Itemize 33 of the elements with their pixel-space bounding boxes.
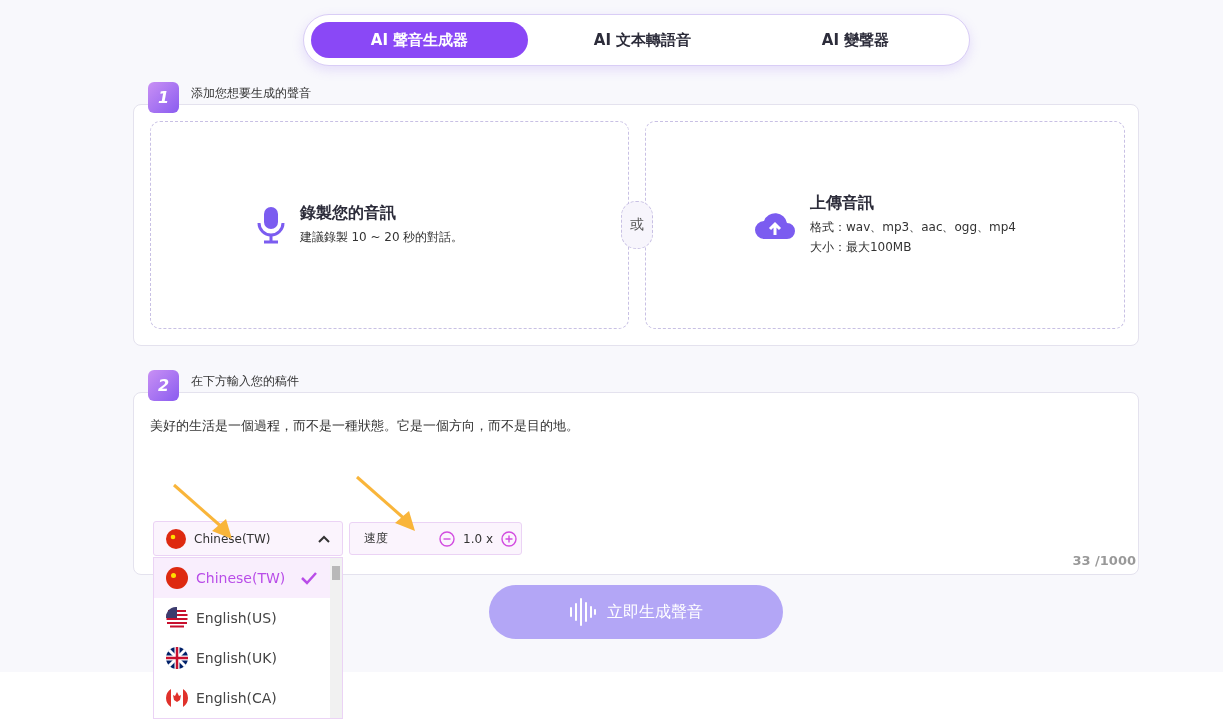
upload-size: 大小：最大100MB (809, 239, 913, 256)
waveform-icon (569, 597, 597, 627)
tab[interactable]: AI 變聲器 (749, 22, 962, 58)
upload-area[interactable]: 上傳音訊 格式：wav、mp3、aac、ogg、mp4 大小：最大100MB (645, 121, 1125, 329)
record-title: 錄製您的音訊 (299, 203, 397, 224)
step-number: 2 (148, 369, 179, 401)
check-icon (300, 571, 318, 585)
microphone-icon (255, 205, 286, 245)
flag-icon (166, 647, 188, 669)
language-option[interactable]: English(CA) (154, 678, 328, 718)
flag-icon (166, 567, 188, 589)
tab[interactable]: AI 聲音生成器 (311, 22, 528, 58)
language-option[interactable]: English(US) (154, 598, 328, 638)
upload-formats: 格式：wav、mp3、aac、ogg、mp4 (809, 219, 1016, 236)
caret-icon (318, 534, 330, 543)
flag-icon (166, 687, 188, 709)
upload-title: 上傳音訊 (809, 193, 875, 214)
step-title: 在下方輸入您的稿件 (191, 372, 299, 390)
record-hint: 建議錄製 10 ~ 20 秒的對話。 (299, 229, 464, 246)
character-counter: 33 /1000 (1072, 553, 1136, 568)
tab[interactable]: AI 文本轉語音 (536, 22, 749, 58)
speed-label: 速度 (364, 530, 389, 547)
script-text[interactable]: 美好的生活是一個過程，而不是一種狀態。它是一個方向，而不是目的地。 (150, 417, 1122, 521)
flag-icon (166, 607, 188, 629)
speed-value: 1.0 x (463, 531, 493, 546)
scrollbar[interactable] (330, 558, 342, 718)
language-option[interactable]: English(UK) (154, 638, 328, 678)
step-title: 添加您想要生成的聲音 (191, 84, 311, 102)
flag-icon (166, 528, 186, 549)
language-select[interactable]: Chinese(TW) (153, 521, 343, 556)
language-option[interactable]: Chinese(TW) (154, 558, 330, 598)
or-label: 或 (621, 201, 653, 249)
step-number: 1 (148, 81, 179, 113)
